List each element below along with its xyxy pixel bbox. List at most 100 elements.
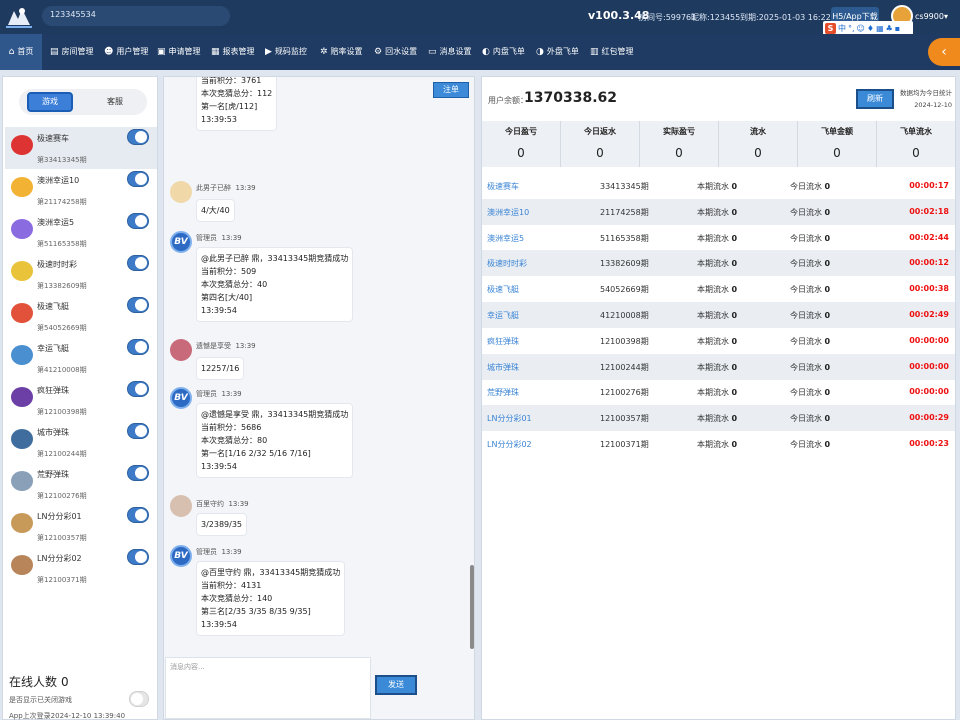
nav-room-management[interactable]: ▤ 房间管理 [50,34,94,70]
room-item[interactable]: 极速赛车 第33413345期 [5,127,157,169]
game-row[interactable]: LN分分彩02 12100371期 本期流水 0 今日流水 0 00:00:23 [482,431,955,457]
nav-apply-management[interactable]: ▣ 申请管理 [157,34,201,70]
message-input[interactable]: 消息内容... [165,657,371,719]
room-toggle[interactable] [127,549,149,565]
period-number: 41210008期 [600,311,649,320]
tab-service[interactable]: 客服 [107,96,123,107]
room-toggle[interactable] [127,423,149,439]
nav-monitor[interactable]: ▶ 规码监控 [265,34,307,70]
pinball-icon [11,387,33,407]
room-item[interactable]: LN分分彩01 第12100357期 [5,505,157,547]
game-link[interactable]: 城市弹珠 [487,362,519,373]
ime-mic-icon[interactable]: ♦ [867,24,874,33]
nav-inner-flight[interactable]: ◐ 内盘飞单 [482,34,525,70]
nav-message-settings[interactable]: ▭ 消息设置 [428,34,472,70]
countdown-timer: 00:00:00 [909,361,949,371]
ime-skin-icon[interactable]: ♣ [886,24,893,33]
nav-home[interactable]: ⌂ 首页 [0,34,42,70]
nav-outer-flight[interactable]: ◑ 外盘飞单 [536,34,579,70]
game-link[interactable]: 极速飞艇 [487,284,519,295]
room-toggle[interactable] [127,171,149,187]
game-link[interactable]: 疯狂弹珠 [487,336,519,347]
daily-turnover: 今日流水 0 [790,362,831,372]
refresh-button[interactable]: 刷新 [856,89,894,109]
tab-games[interactable]: 游戏 [27,92,73,112]
message-sender: 管理员 13:39 [196,390,242,398]
room-toggle[interactable] [127,297,149,313]
room-item[interactable]: 极速时时彩 第13382609期 [5,253,157,295]
game-link[interactable]: LN分分彩02 [487,439,532,450]
game-row[interactable]: 幸运飞艇 41210008期 本期流水 0 今日流水 0 00:02:49 [482,302,955,328]
race-car-icon [11,135,33,155]
user-avatar [170,339,192,361]
ime-lang-icon[interactable]: 中 [838,23,846,34]
room-item[interactable]: 极速飞艇 第54052669期 [5,295,157,337]
game-row[interactable]: 极速赛车 33413345期 本期流水 0 今日流水 0 00:00:17 [482,173,955,199]
daily-turnover: 今日流水 0 [790,207,831,217]
ime-punct-icon[interactable]: °, [848,24,855,33]
game-link[interactable]: 幸运飞艇 [487,310,519,321]
room-toggle[interactable] [127,213,149,229]
left-tabs: 游戏 客服 [19,89,147,115]
nav-odds-settings[interactable]: ✲ 赔率设置 [320,34,363,70]
ime-keyboard-icon[interactable]: ▦ [876,24,884,33]
game-row[interactable]: 荒野弹珠 12100276期 本期流水 0 今日流水 0 00:00:00 [482,379,955,405]
room-item[interactable]: 澳洲幸运10 第21174258期 [5,169,157,211]
game-row[interactable]: LN分分彩01 12100357期 本期流水 0 今日流水 0 00:00:29 [482,405,955,432]
room-toggle[interactable] [127,129,149,145]
message-sender: 管理员 13:39 [196,548,242,556]
room-toggle[interactable] [127,465,149,481]
chat-messages[interactable]: 当前积分：3761 本次竞猜总分：112 第一名[虎/112] 13:39:53… [164,77,474,655]
send-button[interactable]: 发送 [375,675,417,695]
room-toggle[interactable] [127,339,149,355]
username-dropdown[interactable]: cs9900▾ [915,12,948,21]
daily-turnover: 今日流水 0 [790,233,831,243]
ime-tools-icon[interactable]: ▪ [895,24,900,33]
room-item[interactable]: LN分分彩02 第12100371期 [5,547,157,589]
countdown-timer: 00:00:00 [909,335,949,345]
game-link[interactable]: LN分分彩01 [487,413,532,424]
chat-panel: 当前积分：3761 本次竞猜总分：112 第一名[虎/112] 13:39:53… [163,76,475,720]
nav-rebate-settings[interactable]: ⚙ 回水设置 [374,34,417,70]
nav-user-management[interactable]: ☻ 用户管理 [104,34,148,70]
admin-avatar-icon: BV [170,231,192,253]
game-row[interactable]: 城市弹珠 12100244期 本期流水 0 今日流水 0 00:00:00 [482,353,955,380]
room-item[interactable]: 疯狂弹珠 第12100398期 [5,379,157,421]
game-link[interactable]: 极速时时彩 [487,258,527,269]
nav-report-management[interactable]: ▦ 报表管理 [211,34,255,70]
room-toggle[interactable] [127,381,149,397]
daily-turnover: 今日流水 0 [790,336,831,346]
current-turnover: 本期流水 0 [697,311,738,320]
game-row[interactable]: 疯狂弹珠 12100398期 本期流水 0 今日流水 0 00:00:00 [482,328,955,354]
game-row[interactable]: 澳洲幸运10 21174258期 本期流水 0 今日流水 0 00:02:18 [482,198,955,225]
pinball-icon [11,429,33,449]
game-link[interactable]: 澳洲幸运10 [487,207,529,218]
nav-redpacket[interactable]: ▥ 红包管理 [590,34,634,70]
game-link[interactable]: 荒野弹珠 [487,387,519,398]
room-item[interactable]: 幸运飞艇 第41210008期 [5,337,157,379]
chat-scrollbar[interactable] [470,565,474,649]
countdown-timer: 00:00:38 [909,284,949,294]
current-turnover: 本期流水 0 [697,336,738,346]
chat-bubble: 4/大/40 [196,199,235,222]
room-item[interactable]: 荒野弹珠 第12100276期 [5,463,157,505]
register-button[interactable]: 注单 [433,82,469,98]
room-item[interactable]: 城市弹珠 第12100244期 [5,421,157,463]
last-login: App上次登录2024-12-10 13:39:40 [9,712,126,720]
game-link[interactable]: 澳洲幸运5 [487,233,524,244]
game-row[interactable]: 澳洲幸运5 51165358期 本期流水 0 今日流水 0 00:02:44 [482,225,955,251]
monitor-icon: ▶ [265,47,272,57]
account-field[interactable]: 123345534 [42,6,230,26]
ime-emoji-icon[interactable]: ☺ [857,24,865,33]
room-toggle[interactable] [127,255,149,271]
ime-logo-icon[interactable]: S [825,22,836,34]
game-link[interactable]: 极速赛车 [487,181,519,192]
collapse-toggle[interactable]: ‹ [928,38,960,66]
game-row[interactable]: 极速时时彩 13382609期 本期流水 0 今日流水 0 00:00:12 [482,250,955,277]
hide-closed-toggle[interactable] [129,691,149,707]
room-toggle[interactable] [127,507,149,523]
game-row[interactable]: 极速飞艇 54052669期 本期流水 0 今日流水 0 00:00:38 [482,276,955,302]
message-sender: 管理员 13:39 [196,234,242,242]
room-item[interactable]: 澳洲幸运5 第51165358期 [5,211,157,253]
chat-bubble: @遗憾是享受 鼎，33413345期竞猜成功 当前积分：5686 本次竞猜总分：… [196,403,354,478]
